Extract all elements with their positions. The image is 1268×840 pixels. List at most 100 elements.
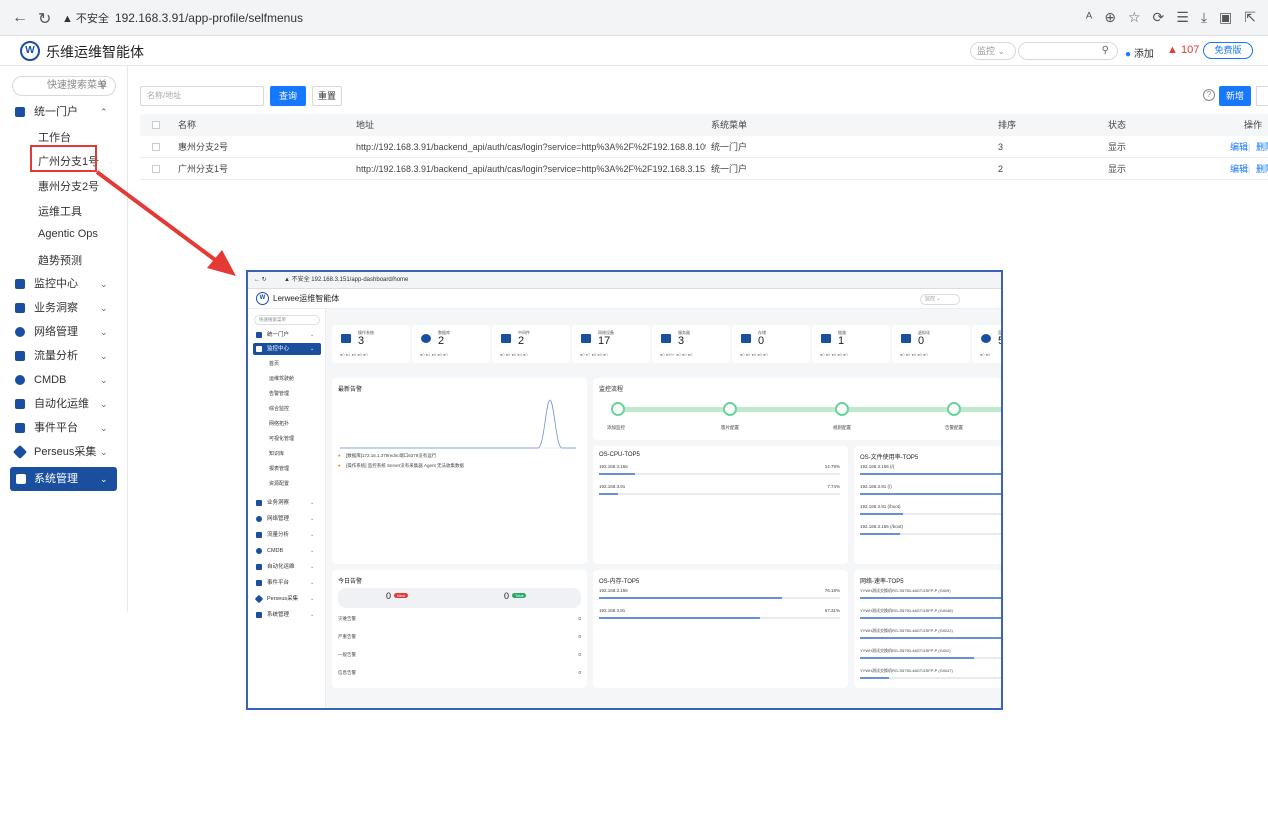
flow-step-label: 簇片配置 — [721, 425, 739, 430]
submenu-trend[interactable]: 趋势预测 — [38, 252, 82, 268]
new-button[interactable]: 新增 — [1219, 86, 1251, 106]
alarm-item: [操作系统] 监控系统 Server没有采集器 Agent 无法收集数据 — [346, 463, 465, 468]
col-status: 状态 — [1108, 120, 1127, 130]
table-header: 名称 地址 系统菜单 排序 状态 操作 — [140, 114, 1268, 136]
menu-monitor[interactable]: 监控中心 ⌄ — [0, 272, 128, 296]
table-row: 惠州分支2号 http://192.168.3.91/backend_api/a… — [140, 136, 1268, 158]
star-icon[interactable]: ☆ — [1128, 9, 1141, 26]
module-select[interactable]: 监控 ⌄ — [970, 42, 1016, 60]
inner-menu-item: 网络管理 ⌄ — [248, 513, 326, 525]
add-button[interactable]: ● 添加 — [1125, 45, 1154, 60]
delete-link[interactable]: 删除 — [1256, 158, 1268, 180]
inner-menu-item: 自动化运维 ⌄ — [248, 561, 326, 573]
usage-bar — [860, 473, 1001, 475]
divider: | — [1248, 164, 1251, 174]
new-tag: New — [394, 593, 409, 598]
download-icon[interactable]: ⤓ — [1201, 9, 1207, 26]
screenshot-icon[interactable]: ▣ — [1219, 9, 1232, 26]
flow-step-label: 规则配置 — [833, 425, 851, 430]
inner-submenu: 报表管理 — [269, 466, 290, 472]
alert-bell[interactable]: ▲ 107 — [1167, 44, 1199, 56]
row-checkbox[interactable] — [152, 165, 160, 173]
menu-events[interactable]: 事件平台 ⌄ — [0, 416, 128, 440]
delete-link[interactable]: 删除 — [1256, 136, 1268, 158]
inner-menu-search: 快速搜索菜单 — [254, 315, 320, 325]
edit-link[interactable]: 编辑 — [1230, 136, 1248, 158]
flow-step-icon — [611, 402, 625, 416]
menu-search-input[interactable]: 快速搜索菜单 ⚲ — [12, 76, 116, 96]
insecure-label: 不安全 — [75, 13, 109, 25]
stat-card: 操作系统 3 ●0 ●1 ●0 ●0 ●0 — [332, 325, 410, 363]
submenu-huizhou[interactable]: 惠州分支2号 — [38, 178, 99, 194]
new-count: 0 — [386, 591, 392, 601]
help-icon[interactable]: ? — [1203, 89, 1215, 101]
query-button[interactable]: 查询 — [270, 86, 306, 106]
card-title: 监控流程 — [599, 387, 624, 393]
settings-icon — [16, 474, 26, 484]
edit-link[interactable]: 编辑 — [1230, 158, 1248, 180]
port-label: YYWH测试交换机RG-S5750-48GT/4SFP-P (Gi0/46) — [860, 608, 953, 613]
inner-app-title: Lerwee运维智能体 — [273, 294, 340, 303]
inner-menu-item: 系统管理 ⌄ — [248, 609, 326, 621]
inner-submenu: 知识库 — [269, 451, 285, 457]
port-label: YYWH测试交换机RG-S5750-48GT/4SFP-P (Gi0/2) — [860, 648, 951, 653]
chevron-down-icon: ⌄ — [100, 327, 108, 337]
favorites-icon[interactable]: ☰ — [1176, 9, 1189, 26]
chevron-down-icon: ⌄ — [100, 447, 108, 457]
cpu-top5-card: OS-CPU-TOP5 192.168.3.156 14.79% 192.168… — [593, 446, 848, 564]
inner-submenu: 告警管理 — [269, 391, 290, 397]
cell-status: 显示 — [1108, 142, 1127, 152]
menu-perseus[interactable]: Perseus采集 ⌄ — [0, 440, 128, 464]
address-bar[interactable]: ▲ 不安全 192.168.3.91/app-profile/selfmenus — [62, 7, 1122, 29]
menu-automation[interactable]: 自动化运维 ⌄ — [0, 392, 128, 416]
row-checkbox[interactable] — [152, 143, 160, 151]
total-tag: Total — [512, 593, 527, 598]
logo-icon: W — [256, 292, 269, 305]
reset-button[interactable]: 重置 — [312, 86, 342, 106]
menu-network[interactable]: 网络管理 ⌄ — [0, 320, 128, 344]
submenu-workbench[interactable]: 工作台 — [38, 129, 71, 145]
name-search-input[interactable]: 名称/地址 — [140, 86, 264, 106]
chevron-down-icon: ⌄ — [100, 399, 108, 409]
submenu-agentic-ops[interactable]: Agentic Ops — [38, 228, 98, 240]
chevron-down-icon: ⌄ — [100, 375, 108, 385]
level-count: 0 — [578, 616, 581, 621]
version-badge[interactable]: 免费版 — [1203, 42, 1253, 59]
submenu-ops-tools[interactable]: 运维工具 — [38, 203, 82, 219]
select-all-checkbox[interactable] — [152, 121, 160, 129]
usage-bar — [860, 493, 1001, 495]
cell-status: 显示 — [1108, 164, 1127, 174]
level-label: 灾难告警 — [338, 616, 356, 621]
host-label: 192.168.3.91 — [599, 608, 626, 613]
reload-icon[interactable]: ↻ — [38, 9, 51, 29]
more-button[interactable] — [1256, 86, 1268, 106]
host-label: 192.168.3.156 — [599, 588, 628, 593]
business-icon — [15, 303, 25, 313]
stat-card: 容器5●0 ●0 — [972, 325, 1001, 363]
stat-card: 存储 0 ●0 ●0 ●0 ●0 ●0 — [732, 325, 810, 363]
inner-url: ▲ 不安全 192.168.3.151/app-dashboard/home — [284, 277, 409, 283]
percent-label: 67.31% — [824, 608, 840, 613]
share-icon[interactable]: ⇱ — [1244, 9, 1256, 26]
menu-system[interactable]: 系统管理 ⌄ — [10, 467, 117, 491]
logo-icon: W — [20, 41, 40, 61]
menu-business[interactable]: 业务洞察 ⌄ — [0, 296, 128, 320]
col-actions: 操作 — [1244, 120, 1263, 130]
mem-top5-card: OS-内存-TOP5 192.168.3.156 76.18% 192.168.… — [593, 570, 848, 688]
back-icon[interactable]: ← — [12, 9, 28, 27]
translate-icon[interactable]: ᴬ — [1086, 9, 1092, 26]
level-label: 一般告警 — [338, 652, 356, 657]
stat-card: 服务器 3 ●0 ●99+ ●0 ●0 ●0 — [652, 325, 730, 363]
menu-portal[interactable]: 统一门户 ⌃ — [0, 100, 128, 124]
inner-menu-item: CMDB ⌄ — [248, 545, 326, 557]
stat-card: 链路 1 ●0 ●0 ●0 ●0 ●0 — [812, 325, 890, 363]
extensions-icon[interactable]: ⟳ — [1153, 9, 1165, 26]
menu-cmdb[interactable]: CMDB ⌄ — [0, 368, 128, 392]
menu-traffic[interactable]: 流量分析 ⌄ — [0, 344, 128, 368]
table-row: 广州分支1号 http://192.168.3.91/backend_api/a… — [140, 158, 1268, 180]
url-text: 192.168.3.91/app-profile/selfmenus — [114, 11, 304, 25]
search-icon[interactable]: ⚲ — [1018, 42, 1118, 60]
zoom-icon[interactable]: ⊕ — [1104, 9, 1116, 26]
cell-order: 3 — [998, 142, 1004, 152]
cell-name: 惠州分支2号 — [178, 142, 229, 152]
